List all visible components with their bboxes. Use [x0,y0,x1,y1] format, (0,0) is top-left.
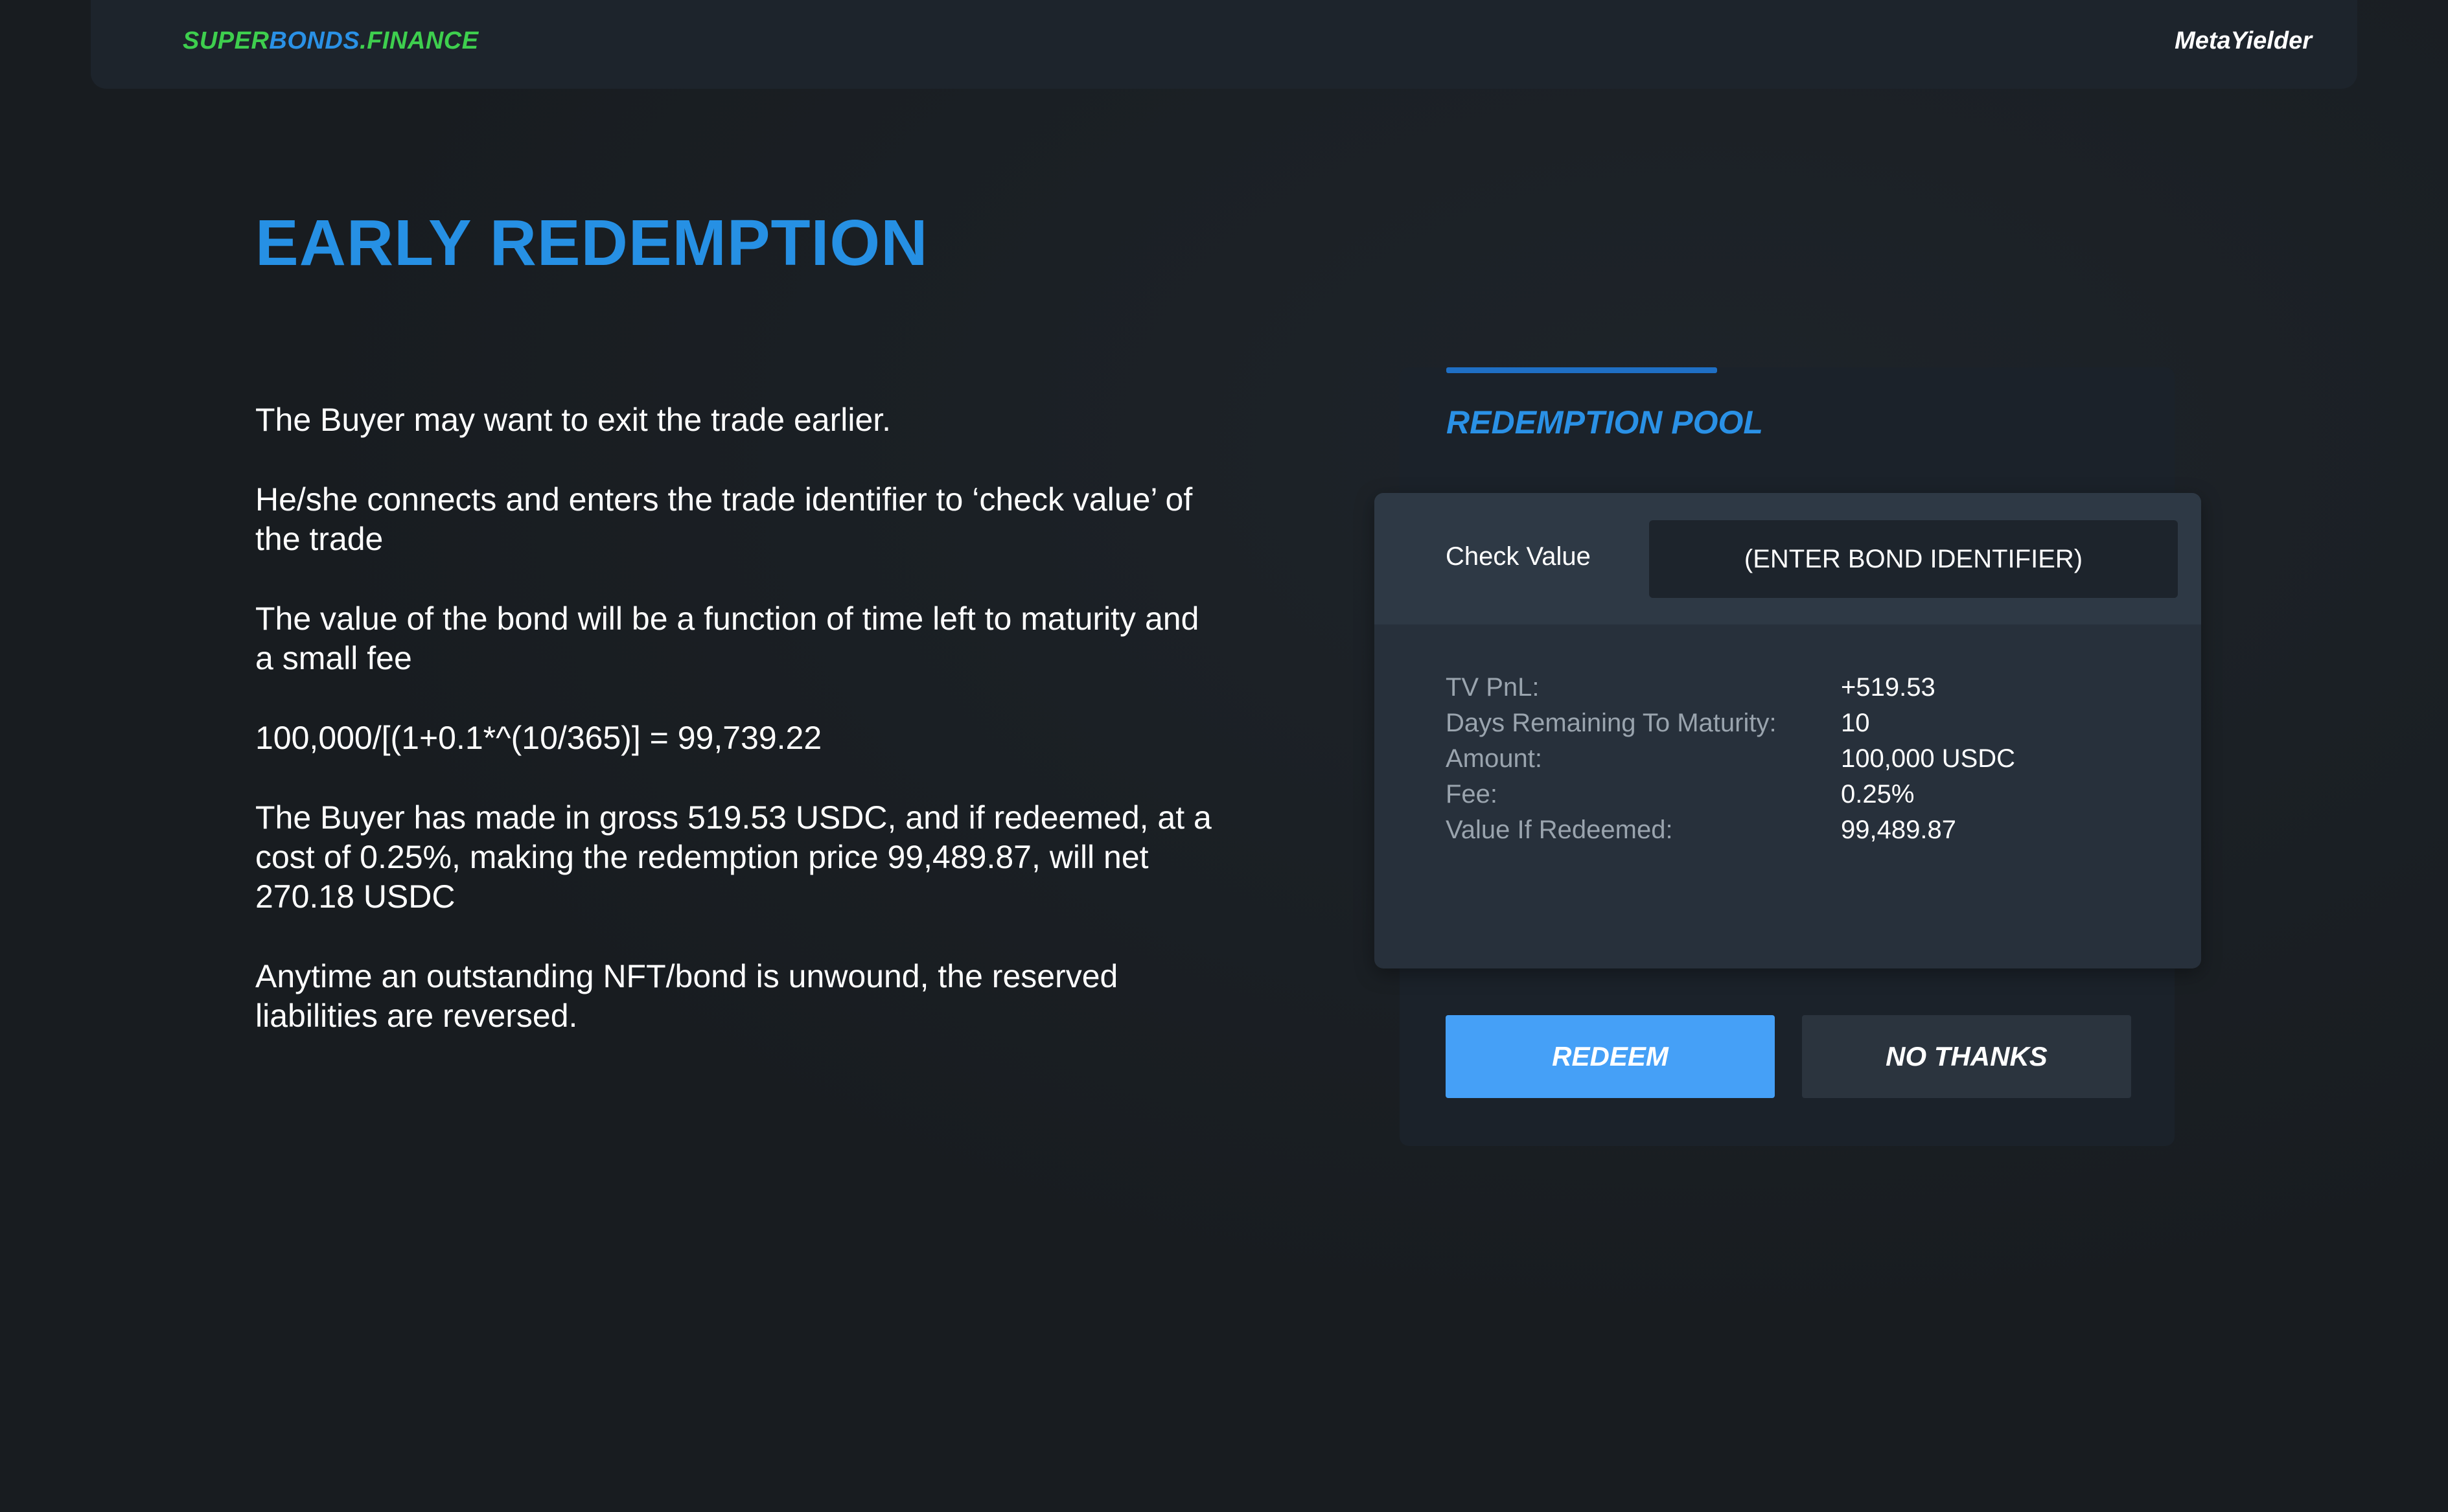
paragraph: The Buyer may want to exit the trade ear… [255,402,892,438]
paragraph: The Buyer has made in gross 519.53 USDC,… [255,799,1212,915]
stat-value: 100,000 USDC [1841,744,2016,773]
brand-part-bonds: BONDS [269,27,360,54]
brand-part-super: SUPER [183,27,270,54]
stat-label: Amount: [1446,744,1542,773]
no-thanks-button[interactable]: NO THANKS [1802,1015,2131,1098]
paragraph: The value of the bond will be a function… [255,601,1199,676]
stat-label: Days Remaining To Maturity: [1446,709,1777,737]
bond-identifier-input[interactable] [1649,520,2178,598]
stat-value: +519.53 [1841,673,1935,702]
user-name[interactable]: MetaYielder [2175,27,2312,55]
formula-paragraph: 100,000/[(1+0.1*^(10/365)] = 99,739.22 [255,720,822,756]
redeem-button[interactable]: REDEEM [1446,1015,1775,1098]
page-title: EARLY REDEMPTION [255,207,929,279]
check-value-label: Check Value [1446,542,1591,571]
stat-value: 99,489.87 [1841,816,1956,844]
check-value-row: Check Value [1374,493,2201,624]
paragraph: He/she connects and enters the trade ide… [255,481,1193,557]
check-value-panel: Check Value TV PnL: +519.53 Days Remaini… [1374,493,2201,968]
pool-title: REDEMPTION POOL [1446,404,1763,441]
stat-label: Fee: [1446,780,1498,808]
stat-label: Value If Redeemed: [1446,816,1673,844]
stat-value: 0.25% [1841,780,1915,808]
pool-accent-bar [1446,367,1717,373]
top-bar: SUPERBONDS.FINANCE MetaYielder [91,0,2357,89]
stat-label: TV PnL: [1446,673,1540,702]
brand-part-finance: .FINANCE [360,27,479,54]
paragraph: Anytime an outstanding NFT/bond is unwou… [255,958,1118,1034]
description-text: The Buyer may want to exit the trade ear… [255,400,1221,1076]
brand-logo[interactable]: SUPERBONDS.FINANCE [183,27,479,55]
stat-value: 10 [1841,709,1870,737]
